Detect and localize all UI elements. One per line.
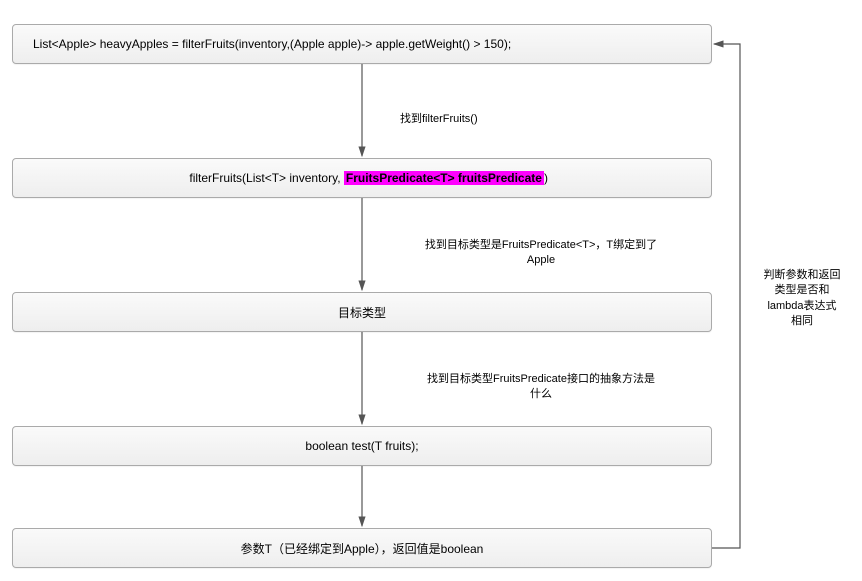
sig-prefix: filterFruits(List<T> inventory, <box>189 171 344 185</box>
sig-suffix: ) <box>544 171 548 185</box>
node-filterfruits-signature-text: filterFruits(List<T> inventory, FruitsPr… <box>23 157 701 199</box>
edge-n5-n1-back <box>712 44 740 548</box>
edge-label-find-filterfruits: 找到filterFruits() <box>400 112 660 127</box>
node-target-type: 目标类型 <box>12 292 712 332</box>
edge-label-back-check: 判断参数和返回 类型是否和 lambda表达式 相同 <box>748 268 856 330</box>
node-test-method: boolean test(T fruits); <box>12 426 712 466</box>
node-lambda-call-text: List<Apple> heavyApples = filterFruits(i… <box>23 37 701 51</box>
edge-label-find-abstract-method: 找到目标类型FruitsPredicate接口的抽象方法是 什么 <box>396 372 686 403</box>
sig-highlight: FruitsPredicate<T> fruitsPredicate <box>344 171 544 185</box>
edge-label-find-target-type: 找到目标类型是FruitsPredicate<T>，T绑定到了 Apple <box>396 238 686 269</box>
node-param-return-text: 参数T（已经绑定到Apple），返回值是boolean <box>23 540 701 557</box>
node-lambda-call: List<Apple> heavyApples = filterFruits(i… <box>12 24 712 64</box>
node-target-type-text: 目标类型 <box>23 304 701 321</box>
node-param-return: 参数T（已经绑定到Apple），返回值是boolean <box>12 528 712 568</box>
node-test-method-text: boolean test(T fruits); <box>23 439 701 453</box>
arrows-overlay <box>0 0 862 581</box>
node-filterfruits-signature: filterFruits(List<T> inventory, FruitsPr… <box>12 158 712 198</box>
